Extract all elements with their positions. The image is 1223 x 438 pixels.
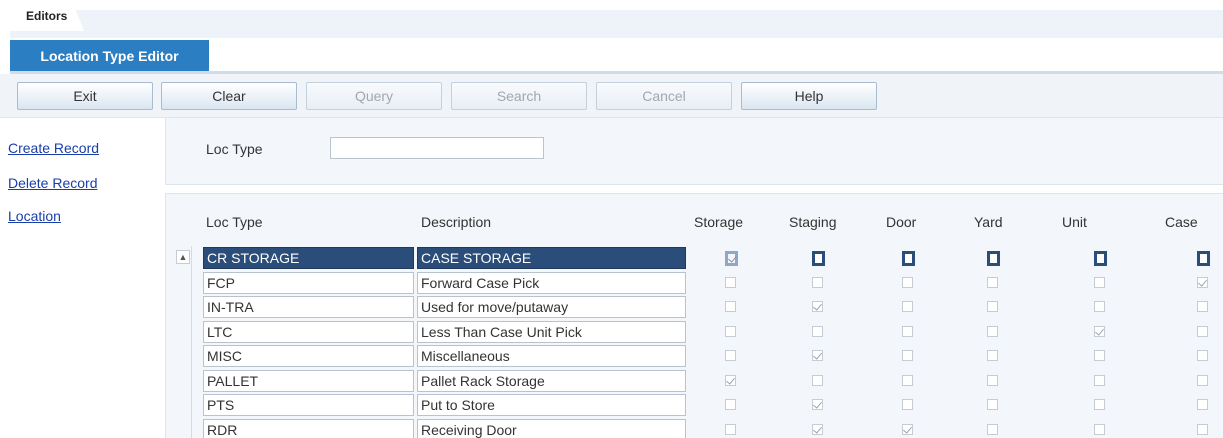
storage-checkbox[interactable] <box>725 251 738 266</box>
description-cell[interactable]: Less Than Case Unit Pick <box>417 320 686 343</box>
door-checkbox[interactable] <box>902 350 913 361</box>
loc-type-cell[interactable]: PALLET <box>203 369 414 392</box>
yard-checkbox[interactable] <box>987 399 998 410</box>
staging-checkbox[interactable] <box>812 325 823 337</box>
column-header-loc-type: Loc Type <box>206 214 263 230</box>
storage-checkbox[interactable] <box>725 374 736 386</box>
storage-checkbox[interactable] <box>725 399 736 410</box>
door-checkbox[interactable] <box>902 423 913 435</box>
loc-type-cell[interactable]: LTC <box>203 320 414 343</box>
description-cell[interactable]: Used for move/putaway <box>417 296 686 318</box>
column-header-case: Case <box>1165 214 1198 230</box>
delete-record-link[interactable]: Delete Record <box>8 175 98 191</box>
unit-checkbox[interactable] <box>1094 276 1105 288</box>
staging-checkbox[interactable] <box>812 301 823 312</box>
door-checkbox[interactable] <box>902 251 915 266</box>
case-checkbox[interactable] <box>1197 301 1208 312</box>
loc-type-cell[interactable]: CR STORAGE <box>203 247 414 269</box>
column-header-staging: Staging <box>789 214 837 230</box>
case-checkbox[interactable] <box>1197 350 1208 361</box>
search-button[interactable]: Search <box>451 82 587 110</box>
help-button[interactable]: Help <box>741 82 877 110</box>
clear-button[interactable]: Clear <box>161 82 297 110</box>
table-row[interactable]: RDR Receiving Door <box>0 418 1223 438</box>
table-row[interactable]: LTC Less Than Case Unit Pick <box>0 320 1223 344</box>
description-cell[interactable]: Pallet Rack Storage <box>417 369 686 392</box>
unit-checkbox[interactable] <box>1094 301 1105 312</box>
exit-button[interactable]: Exit <box>17 82 153 110</box>
yard-checkbox[interactable] <box>987 301 998 312</box>
storage-checkbox[interactable] <box>725 350 736 361</box>
table-row[interactable]: FCP Forward Case Pick <box>0 271 1223 295</box>
column-header-door: Door <box>886 214 917 230</box>
loc-type-label: Loc Type <box>206 141 263 157</box>
column-header-description: Description <box>421 214 492 230</box>
description-cell[interactable]: Miscellaneous <box>417 345 686 367</box>
yard-checkbox[interactable] <box>987 276 998 288</box>
yard-checkbox[interactable] <box>987 325 998 337</box>
yard-checkbox[interactable] <box>987 350 998 361</box>
staging-checkbox[interactable] <box>812 423 823 435</box>
description-cell[interactable]: Forward Case Pick <box>417 271 686 294</box>
storage-checkbox[interactable] <box>725 325 736 337</box>
door-checkbox[interactable] <box>902 374 913 386</box>
yard-checkbox[interactable] <box>987 374 998 386</box>
column-header-unit: Unit <box>1062 214 1087 230</box>
case-checkbox[interactable] <box>1197 399 1208 410</box>
unit-checkbox[interactable] <box>1094 374 1105 386</box>
loc-type-input[interactable] <box>330 137 544 159</box>
storage-checkbox[interactable] <box>725 423 736 435</box>
door-checkbox[interactable] <box>902 399 913 410</box>
staging-checkbox[interactable] <box>812 374 823 386</box>
loc-type-cell[interactable]: PTS <box>203 394 414 416</box>
unit-checkbox[interactable] <box>1094 325 1105 337</box>
table-row[interactable]: IN-TRA Used for move/putaway <box>0 295 1223 319</box>
table-row[interactable]: MISC Miscellaneous <box>0 344 1223 368</box>
tab-strip <box>10 10 1223 38</box>
loc-type-cell[interactable]: MISC <box>203 345 414 367</box>
query-button[interactable]: Query <box>306 82 442 110</box>
door-checkbox[interactable] <box>902 325 913 337</box>
door-checkbox[interactable] <box>902 301 913 312</box>
loc-type-cell[interactable]: FCP <box>203 271 414 294</box>
staging-checkbox[interactable] <box>812 399 823 410</box>
tab-location-type-editor[interactable]: Location Type Editor <box>10 40 209 72</box>
location-link[interactable]: Location <box>8 208 61 224</box>
staging-checkbox[interactable] <box>812 251 825 266</box>
yard-checkbox[interactable] <box>987 251 1000 266</box>
create-record-link[interactable]: Create Record <box>8 140 99 156</box>
column-header-yard: Yard <box>974 214 1003 230</box>
unit-checkbox[interactable] <box>1094 399 1105 410</box>
table-row[interactable]: PTS Put to Store <box>0 393 1223 417</box>
yard-checkbox[interactable] <box>987 423 998 435</box>
description-cell[interactable]: CASE STORAGE <box>417 247 686 269</box>
column-header-storage: Storage <box>694 214 744 230</box>
case-checkbox[interactable] <box>1197 276 1208 288</box>
case-checkbox[interactable] <box>1197 374 1208 386</box>
query-panel <box>165 117 1223 185</box>
case-checkbox[interactable] <box>1197 251 1210 266</box>
storage-checkbox[interactable] <box>725 301 736 312</box>
table-row[interactable]: CR STORAGE CASE STORAGE <box>0 246 1223 270</box>
loc-type-cell[interactable]: RDR <box>203 418 414 438</box>
unit-checkbox[interactable] <box>1094 350 1105 361</box>
description-cell[interactable]: Put to Store <box>417 394 686 416</box>
loc-type-cell[interactable]: IN-TRA <box>203 296 414 318</box>
storage-checkbox[interactable] <box>725 276 736 288</box>
unit-checkbox[interactable] <box>1094 251 1107 266</box>
description-cell[interactable]: Receiving Door <box>417 418 686 438</box>
door-checkbox[interactable] <box>902 276 913 288</box>
case-checkbox[interactable] <box>1197 325 1208 337</box>
tab-editors[interactable]: Editors <box>10 3 84 31</box>
unit-checkbox[interactable] <box>1094 423 1105 435</box>
case-checkbox[interactable] <box>1197 423 1208 435</box>
cancel-button[interactable]: Cancel <box>596 82 732 110</box>
staging-checkbox[interactable] <box>812 276 823 288</box>
staging-checkbox[interactable] <box>812 350 823 361</box>
table-row[interactable]: PALLET Pallet Rack Storage <box>0 369 1223 393</box>
